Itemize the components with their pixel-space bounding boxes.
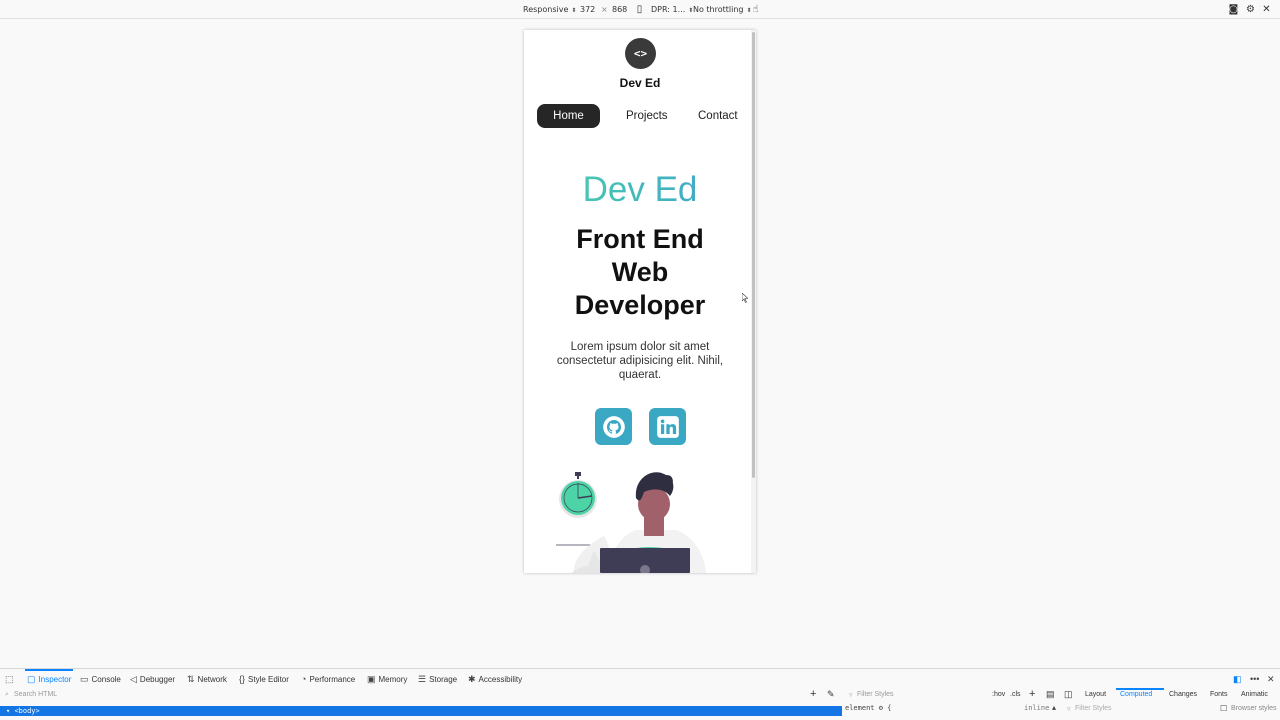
- device-viewport[interactable]: <> Dev Ed Home Projects Contact Dev Ed F…: [524, 30, 756, 573]
- tab-label: Performance: [309, 674, 356, 684]
- screenshot-icon[interactable]: ◙: [1228, 4, 1239, 15]
- tab-inspector[interactable]: ▢ Inspector: [27, 673, 71, 685]
- search-html-input[interactable]: Search HTML: [14, 691, 57, 698]
- cls-toggle[interactable]: .cls: [1010, 691, 1021, 698]
- tab-network[interactable]: ⇅ Network: [187, 673, 227, 685]
- network-icon: ⇅: [187, 673, 195, 684]
- eyedropper-icon[interactable]: ✎: [827, 689, 835, 700]
- devtools-tabbar: ⬚ ▢ Inspector ▭ Console ◁ Debugger ⇅ Network…: [0, 669, 1280, 688]
- side-tab-changes[interactable]: Changes: [1169, 691, 1197, 698]
- element-picker-icon[interactable]: ⬚: [5, 673, 14, 685]
- throttling-label: No throttling: [693, 5, 744, 14]
- add-rule-icon[interactable]: +: [1029, 688, 1035, 700]
- hov-toggle[interactable]: :hov: [992, 691, 1005, 698]
- devtools-subbar: ⌕ Search HTML + ✎ ▿ Filter Styles :hov .…: [0, 688, 1280, 703]
- browser-styles-label: Browser styles: [1231, 705, 1277, 712]
- tab-performance[interactable]: ◔ Performance: [301, 673, 355, 685]
- github-link[interactable]: [595, 408, 632, 445]
- nav-projects-link[interactable]: Projects: [626, 104, 668, 128]
- close-devtools-icon[interactable]: ✕: [1267, 673, 1275, 685]
- device-scrollbar-thumb[interactable]: [752, 32, 755, 478]
- hero-name: Dev Ed: [524, 170, 756, 210]
- dimension-separator: ×: [601, 5, 608, 14]
- add-node-icon[interactable]: +: [810, 688, 816, 700]
- hero-title-line: Front End: [576, 224, 704, 254]
- tab-storage[interactable]: ☰ Storage: [418, 673, 457, 685]
- inline-label: inline: [1024, 704, 1050, 712]
- tab-memory[interactable]: ▣ Memory: [367, 673, 407, 685]
- more-options-icon[interactable]: •••: [1250, 673, 1259, 685]
- tab-label: Console: [91, 674, 121, 684]
- side-tab-animations[interactable]: Animatic: [1241, 691, 1268, 698]
- touch-simulation-icon[interactable]: ☝: [750, 4, 761, 15]
- tab-accessibility[interactable]: ✱ Accessibility: [468, 673, 522, 685]
- dock-icon[interactable]: ◧: [1233, 673, 1242, 685]
- width-input[interactable]: 372: [580, 5, 595, 14]
- hero-title-line: Developer: [574, 290, 706, 320]
- debugger-icon: ◁: [130, 673, 137, 684]
- throttling-selector[interactable]: No throttling ⬍: [693, 5, 752, 14]
- style-editor-icon: {}: [239, 674, 246, 684]
- side-tab-fonts[interactable]: Fonts: [1210, 691, 1228, 698]
- tab-label: Memory: [378, 674, 408, 684]
- expand-arrow-icon: ▾: [6, 707, 11, 715]
- selected-node-row[interactable]: ▾ <body>: [0, 706, 842, 716]
- github-icon: [602, 415, 625, 438]
- tab-debugger[interactable]: ◁ Debugger: [130, 673, 175, 685]
- tab-console[interactable]: ▭ Console: [80, 673, 121, 685]
- tab-label: Network: [197, 674, 227, 684]
- device-mode-label: Responsive: [523, 5, 569, 14]
- filter-icon: ▿: [1067, 706, 1071, 713]
- console-icon: ▭: [80, 673, 89, 684]
- browser-styles-checkbox[interactable]: ☐: [1220, 704, 1227, 713]
- scroll-up-icon[interactable]: ▴: [1052, 703, 1056, 712]
- filter-icon: ▿: [849, 692, 853, 699]
- nav-contact-link[interactable]: Contact: [698, 104, 738, 128]
- tab-label: Inspector: [38, 674, 72, 684]
- sidebar-toggle-icon[interactable]: ◫: [1064, 689, 1073, 700]
- device-selector[interactable]: Responsive ⬍: [523, 5, 576, 14]
- rotate-device-icon[interactable]: ▯: [634, 4, 645, 15]
- hero-title-line: Web: [611, 257, 669, 287]
- tab-label: Debugger: [139, 674, 176, 684]
- inspector-icon: ▢: [27, 673, 36, 684]
- devtools-panel: ⬚ ▢ Inspector ▭ Console ◁ Debugger ⇅ Network…: [0, 668, 1280, 720]
- tab-style-editor[interactable]: {} Style Editor: [239, 673, 289, 685]
- accessibility-icon: ✱: [468, 673, 476, 684]
- side-tab-indicator: [1116, 688, 1164, 690]
- hero-title: Front End Web Developer: [544, 223, 736, 322]
- height-input[interactable]: 868: [612, 5, 627, 14]
- side-tab-layout[interactable]: Layout: [1085, 691, 1106, 698]
- filter-styles-input[interactable]: Filter Styles: [857, 691, 894, 698]
- hero-description: Lorem ipsum dolor sit amet consectetur a…: [556, 341, 724, 381]
- close-icon[interactable]: ✕: [1261, 4, 1272, 15]
- tab-label: Style Editor: [248, 674, 289, 684]
- memory-icon: ▣: [367, 673, 376, 684]
- rdm-toolbar: Responsive ⬍ 372 × 868 ▯ DPR: 1... ⬍ No th…: [0, 0, 1280, 19]
- tab-label: Storage: [429, 674, 458, 684]
- tab-label: Accessibility: [478, 674, 523, 684]
- side-tab-computed[interactable]: Computed: [1120, 691, 1152, 698]
- linkedin-link[interactable]: [649, 408, 686, 445]
- linkedin-icon: [656, 415, 679, 438]
- storage-icon: ☰: [418, 673, 427, 684]
- gear-icon[interactable]: ⚙: [1245, 4, 1256, 15]
- chevron-updown-icon: ⬍: [571, 7, 577, 14]
- site-logo[interactable]: <>: [625, 38, 656, 69]
- performance-icon: ◔: [301, 674, 307, 684]
- search-icon: ⌕: [5, 691, 9, 698]
- site-brand: Dev Ed: [619, 76, 661, 90]
- nav-home-link[interactable]: Home: [537, 104, 600, 128]
- element-rule-selector: element ⚙ {: [845, 704, 892, 712]
- mouse-cursor-icon: [742, 293, 748, 303]
- device-scrollbar[interactable]: [751, 30, 756, 573]
- print-media-icon[interactable]: ▤: [1046, 689, 1055, 700]
- developer-illustration: [556, 472, 706, 573]
- active-tab-indicator: [25, 669, 73, 671]
- computed-filter-input[interactable]: Filter Styles: [1075, 705, 1112, 712]
- dpr-label: DPR: 1...: [651, 5, 686, 14]
- dpr-selector[interactable]: DPR: 1... ⬍: [651, 5, 693, 14]
- node-tag: <body>: [14, 707, 40, 715]
